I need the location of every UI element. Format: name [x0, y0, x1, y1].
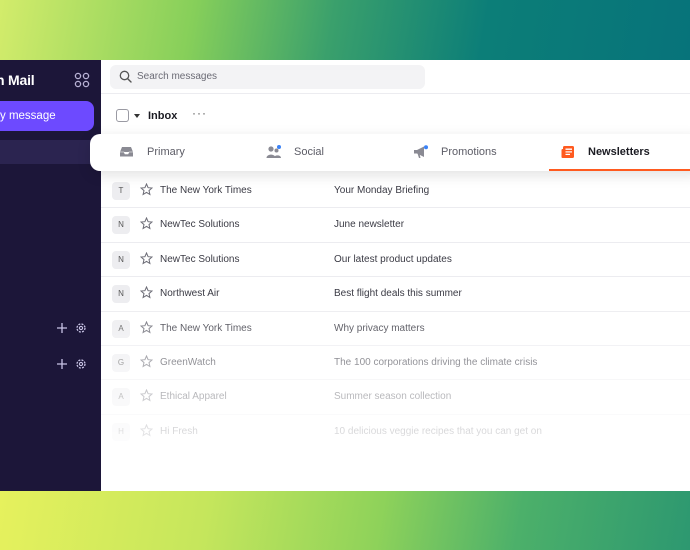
tab-primary-label: Primary — [147, 146, 185, 158]
sender-avatar: N — [112, 285, 130, 304]
star-icon[interactable] — [140, 320, 153, 334]
star-icon[interactable] — [140, 251, 153, 265]
folders-tools — [56, 322, 90, 336]
star-icon[interactable] — [140, 355, 153, 368]
folder-title: Inbox — [148, 110, 178, 122]
search-bar[interactable]: Search messages — [110, 65, 425, 89]
label-settings-icon[interactable] — [75, 358, 87, 370]
list-item[interactable]: T The New York Times Your Monday Briefin… — [101, 174, 690, 209]
sender-avatar: A — [112, 319, 130, 338]
sender-avatar: H — [112, 422, 130, 441]
list-item[interactable]: A The New York Times Why privacy matters — [101, 311, 690, 346]
message-subject: 10 delicious veggie recipes that you can… — [334, 425, 542, 437]
list-item[interactable]: N NewTec Solutions Our latest product up… — [101, 242, 690, 278]
message-subject: Why privacy matters — [334, 322, 425, 334]
app-brand: n Mail — [0, 72, 35, 88]
message-sender: Hi Fresh — [160, 425, 198, 437]
tab-promotions[interactable]: Promotions — [390, 134, 549, 171]
search-icon — [119, 70, 132, 83]
star-icon[interactable] — [140, 286, 153, 299]
people-icon — [266, 145, 281, 158]
star-icon[interactable] — [140, 389, 153, 402]
tab-primary[interactable]: Primary — [90, 134, 240, 171]
folder-settings-icon[interactable] — [75, 322, 87, 334]
message-sender: The New York Times — [160, 322, 252, 334]
more-actions-button[interactable]: ··· — [192, 106, 207, 120]
new-message-label: y message — [0, 110, 56, 122]
list-item[interactable]: A Ethical Apparel Summer season collecti… — [101, 380, 690, 415]
message-sender: NewTec Solutions — [160, 253, 240, 265]
newspaper-icon — [561, 146, 574, 158]
message-sender: The New York Times — [160, 185, 252, 196]
select-all-checkbox[interactable] — [116, 109, 129, 122]
active-tab-indicator — [549, 169, 690, 171]
inbox-tray-icon — [120, 147, 133, 157]
category-tabs: Primary Social Promotions Newsletters — [90, 134, 690, 171]
sender-avatar: T — [112, 182, 130, 200]
megaphone-icon — [414, 145, 428, 158]
sidebar: n Mail y message — [0, 60, 101, 491]
list-item[interactable]: N Northwest Air Best flight deals this s… — [101, 277, 690, 312]
list-item[interactable]: G GreenWatch The 100 corporations drivin… — [101, 346, 690, 381]
message-subject: Summer season collection — [334, 391, 452, 403]
message-subject: Our latest product updates — [334, 253, 452, 265]
sender-avatar: N — [112, 216, 130, 235]
select-dropdown-caret-icon[interactable] — [134, 114, 140, 118]
labels-tools — [56, 358, 90, 372]
add-label-icon[interactable] — [56, 358, 68, 370]
search-input[interactable]: Search messages — [137, 71, 217, 82]
message-subject: Best flight deals this summer — [334, 288, 462, 300]
add-folder-icon[interactable] — [56, 322, 68, 334]
background-bottom — [0, 491, 690, 550]
background-top — [0, 0, 690, 60]
new-message-button[interactable]: y message — [0, 101, 94, 131]
sidebar-item-inbox[interactable] — [0, 140, 101, 164]
star-icon[interactable] — [140, 217, 153, 230]
tab-social[interactable]: Social — [240, 134, 390, 171]
apps-grid-icon[interactable] — [74, 72, 90, 88]
list-item[interactable]: H Hi Fresh 10 delicious veggie recipes t… — [101, 414, 690, 450]
tab-social-label: Social — [294, 146, 324, 158]
star-icon[interactable] — [140, 423, 153, 437]
sender-avatar: G — [112, 354, 130, 372]
message-sender: Ethical Apparel — [160, 391, 227, 403]
tab-promotions-label: Promotions — [441, 146, 497, 158]
message-sender: GreenWatch — [160, 357, 216, 368]
tab-newsletters[interactable]: Newsletters — [549, 134, 690, 171]
message-toolbar: Inbox ··· — [101, 94, 690, 134]
star-icon[interactable] — [140, 183, 153, 196]
message-sender: NewTec Solutions — [160, 219, 240, 231]
sender-avatar: A — [112, 388, 130, 407]
message-subject: The 100 corporations driving the climate… — [334, 357, 538, 368]
message-subject: June newsletter — [334, 219, 405, 231]
message-subject: Your Monday Briefing — [334, 185, 430, 196]
sender-avatar: N — [112, 250, 130, 269]
list-item[interactable]: N NewTec Solutions June newsletter — [101, 208, 690, 243]
tab-newsletters-label: Newsletters — [588, 146, 650, 158]
message-sender: Northwest Air — [160, 288, 220, 300]
